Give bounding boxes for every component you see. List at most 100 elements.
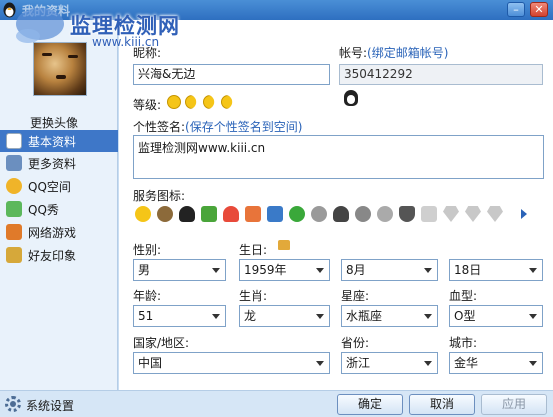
province-select[interactable]: 浙江 bbox=[341, 352, 438, 374]
dragon-service-icon[interactable] bbox=[377, 206, 393, 222]
country-value: 中国 bbox=[138, 356, 163, 370]
moon-level-icon bbox=[221, 95, 233, 109]
zodiac-label: 生肖: bbox=[239, 289, 268, 303]
qzone-icon bbox=[6, 178, 22, 194]
chevron-down-icon bbox=[316, 268, 324, 273]
diamond-service-icon[interactable] bbox=[443, 206, 459, 222]
ok-button[interactable]: 确定 bbox=[337, 394, 403, 415]
account-field: 350412292 bbox=[339, 64, 543, 85]
diamond-service-icon[interactable] bbox=[487, 206, 503, 222]
mail-service-icon[interactable] bbox=[421, 206, 437, 222]
sidebar-item-label: QQ秀 bbox=[28, 202, 59, 217]
home-service-icon[interactable] bbox=[245, 206, 261, 222]
gender-select[interactable]: 男 bbox=[133, 259, 226, 281]
moon-level-icon bbox=[185, 95, 197, 109]
minimize-icon: – bbox=[513, 3, 519, 16]
province-label: 省份: bbox=[341, 336, 370, 350]
gear-icon[interactable] bbox=[5, 396, 21, 412]
sidebar: 更换头像 基本资料 更多资料 QQ空间 QQ秀 网络游戏 好友印象 bbox=[0, 20, 118, 390]
impression-icon bbox=[6, 247, 22, 263]
birth-year-value: 1959年 bbox=[244, 263, 287, 277]
sidebar-item-qqshow[interactable]: QQ秀 bbox=[0, 198, 118, 220]
constellation-label: 星座: bbox=[341, 289, 370, 303]
birth-year-select[interactable]: 1959年 bbox=[239, 259, 330, 281]
close-button[interactable]: ✕ bbox=[530, 2, 548, 17]
cancel-button[interactable]: 取消 bbox=[409, 394, 475, 415]
clover-service-icon[interactable] bbox=[289, 206, 305, 222]
chevron-down-icon bbox=[316, 361, 324, 366]
zodiac-value: 龙 bbox=[244, 309, 257, 323]
city-select[interactable]: 金华 bbox=[449, 352, 543, 374]
pet-service-icon[interactable] bbox=[157, 206, 173, 222]
chevron-down-icon bbox=[316, 314, 324, 319]
sun-level-icon bbox=[167, 95, 181, 109]
diamond-service-icon[interactable] bbox=[465, 206, 481, 222]
games-icon bbox=[6, 224, 22, 240]
country-label: 国家/地区: bbox=[133, 336, 190, 350]
avatar-detail bbox=[56, 75, 66, 79]
sidebar-item-label: 好友印象 bbox=[28, 248, 77, 263]
qq-service-icon[interactable] bbox=[179, 206, 195, 222]
title-bar: 我的资料 – ✕ bbox=[0, 0, 553, 20]
moon-level-icon bbox=[203, 95, 215, 109]
sidebar-item-impression[interactable]: 好友印象 bbox=[0, 244, 118, 266]
shield-service-icon[interactable] bbox=[399, 206, 415, 222]
sidebar-item-label: 更多资料 bbox=[28, 156, 77, 171]
sidebar-item-label: 网络游戏 bbox=[28, 225, 77, 240]
birth-day-select[interactable]: 18日 bbox=[449, 259, 543, 281]
city-value: 金华 bbox=[454, 356, 479, 370]
signature-label-text: 个性签名: bbox=[133, 120, 186, 134]
sidebar-item-qzone[interactable]: QQ空间 bbox=[0, 175, 118, 197]
birth-month-select[interactable]: 8月 bbox=[341, 259, 438, 281]
change-avatar-link[interactable]: 更换头像 bbox=[30, 114, 78, 131]
footer-bar: 系统设置 确定 取消 应用 bbox=[0, 390, 553, 417]
apply-button[interactable]: 应用 bbox=[481, 394, 547, 415]
birth-day-value: 18日 bbox=[454, 263, 482, 277]
penguin-service-icon[interactable] bbox=[333, 206, 349, 222]
blood-type-value: O型 bbox=[454, 309, 476, 323]
nickname-field[interactable]: 兴海&无边 bbox=[133, 64, 330, 85]
chevron-right-icon[interactable] bbox=[521, 209, 527, 219]
qzone-service-icon[interactable] bbox=[135, 206, 151, 222]
signature-textarea[interactable]: 监理检测网www.kiii.cn bbox=[133, 135, 544, 179]
constellation-select[interactable]: 水瓶座 bbox=[341, 305, 438, 327]
blood-type-label: 血型: bbox=[449, 289, 478, 303]
avatar-detail bbox=[42, 53, 52, 56]
qqshow-service-icon[interactable] bbox=[201, 206, 217, 222]
zodiac-select[interactable]: 龙 bbox=[239, 305, 330, 327]
bind-email-link[interactable]: (绑定邮箱帐号) bbox=[367, 46, 448, 60]
pai-service-icon[interactable] bbox=[355, 206, 371, 222]
account-label-text: 帐号: bbox=[339, 46, 368, 60]
save-signature-link[interactable]: (保存个性签名到空间) bbox=[185, 120, 302, 134]
qq-member-icon[interactable] bbox=[344, 90, 358, 106]
sidebar-item-label: QQ空间 bbox=[28, 179, 71, 194]
age-label: 年龄: bbox=[133, 289, 162, 303]
minimize-button[interactable]: – bbox=[507, 2, 525, 17]
heart-service-icon[interactable] bbox=[223, 206, 239, 222]
system-settings-link[interactable]: 系统设置 bbox=[26, 397, 74, 414]
signature-label: 个性签名:(保存个性签名到空间) bbox=[133, 118, 302, 135]
sidebar-item-basic-info[interactable]: 基本资料 bbox=[0, 130, 118, 152]
photo-service-icon[interactable] bbox=[267, 206, 283, 222]
close-icon: ✕ bbox=[534, 3, 544, 16]
crown-icon bbox=[278, 240, 290, 250]
blood-type-select[interactable]: O型 bbox=[449, 305, 543, 327]
avatar[interactable] bbox=[33, 42, 87, 96]
basic-info-icon bbox=[6, 133, 22, 149]
sidebar-item-games[interactable]: 网络游戏 bbox=[0, 221, 118, 243]
chevron-down-icon bbox=[212, 314, 220, 319]
love-service-icon[interactable] bbox=[311, 206, 327, 222]
country-select[interactable]: 中国 bbox=[133, 352, 330, 374]
qqshow-icon bbox=[6, 201, 22, 217]
sidebar-item-label: 基本资料 bbox=[28, 134, 77, 149]
chevron-down-icon bbox=[424, 361, 432, 366]
chevron-down-icon bbox=[424, 314, 432, 319]
more-info-icon bbox=[6, 155, 22, 171]
age-select[interactable]: 51 bbox=[133, 305, 226, 327]
gender-value: 男 bbox=[138, 263, 151, 277]
qq-penguin-icon bbox=[3, 2, 16, 18]
age-value: 51 bbox=[138, 309, 154, 323]
chevron-down-icon bbox=[424, 268, 432, 273]
sidebar-item-more-info[interactable]: 更多资料 bbox=[0, 152, 118, 174]
services-label: 服务图标: bbox=[133, 189, 186, 203]
